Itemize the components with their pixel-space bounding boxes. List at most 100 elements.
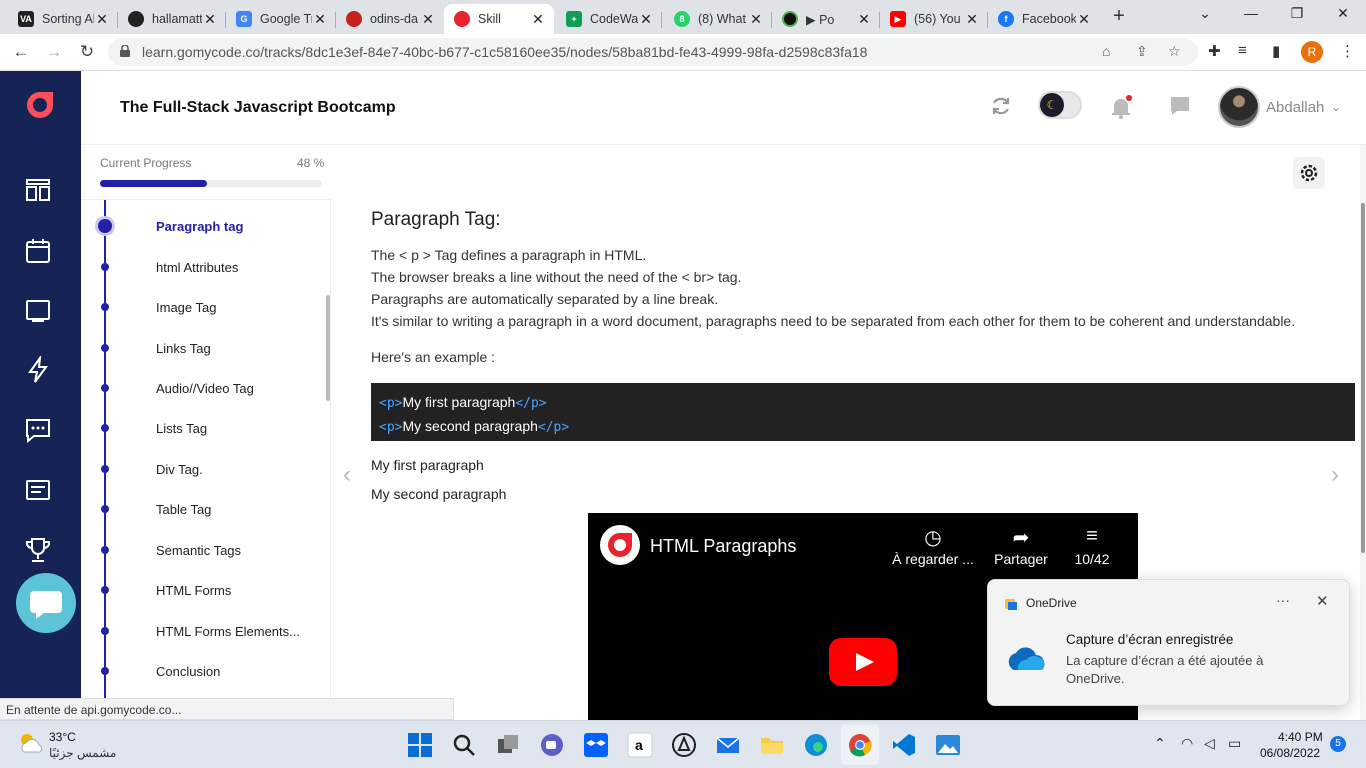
minimize-icon[interactable]: — [1236, 5, 1266, 21]
maximize-icon[interactable]: ❐ [1282, 5, 1312, 22]
partly-sunny-icon[interactable] [18, 732, 44, 754]
settings-button[interactable] [1293, 157, 1325, 189]
dark-mode-toggle[interactable]: ☾ [1038, 91, 1082, 119]
more-options-icon[interactable]: ··· [1276, 592, 1290, 608]
browser-tab[interactable]: f Facebook ✕ [988, 4, 1100, 34]
browser-tab[interactable]: + CodeWars ✕ [556, 4, 662, 34]
close-icon[interactable]: ✕ [748, 11, 764, 28]
back-icon[interactable]: ← [10, 41, 32, 63]
laptop-icon[interactable] [24, 297, 52, 325]
scrollbar-thumb[interactable] [1361, 203, 1365, 553]
chat-icon[interactable] [1169, 95, 1191, 117]
browser-tab[interactable]: G Google Tra ✕ [226, 4, 336, 34]
toc-item[interactable]: Lists Tag [81, 413, 321, 449]
new-tab-button[interactable]: + [1108, 6, 1130, 28]
toc-item[interactable]: Conclusion [81, 656, 321, 692]
playlist-button[interactable]: ≡ 10/42 [1064, 525, 1120, 567]
toc-item[interactable]: Table Tag [81, 494, 321, 530]
previous-lesson-arrow-icon[interactable]: ‹ [343, 461, 351, 489]
app-icon[interactable] [671, 732, 697, 758]
close-icon[interactable]: ✕ [530, 11, 546, 28]
file-explorer-icon[interactable] [759, 732, 785, 758]
search-icon[interactable] [451, 732, 477, 758]
lightning-icon[interactable] [24, 356, 52, 384]
close-window-icon[interactable]: ✕ [1328, 5, 1358, 22]
trophy-icon[interactable] [24, 536, 52, 564]
browser-tab-active[interactable]: Skill ✕ [444, 4, 554, 34]
browser-tab[interactable]: ▶ (56) You ✕ [880, 4, 988, 34]
share-button[interactable]: ➦ Partager [988, 525, 1054, 567]
video-title[interactable]: HTML Paragraphs [650, 536, 796, 557]
close-icon[interactable]: ✕ [1316, 592, 1329, 610]
close-icon[interactable]: ✕ [94, 11, 110, 28]
support-chat-button[interactable] [16, 573, 76, 633]
page-scrollbar[interactable] [1360, 145, 1366, 720]
notification-count-badge[interactable]: 5 [1330, 736, 1346, 752]
close-icon[interactable]: ✕ [420, 11, 436, 28]
close-icon[interactable]: ✕ [1076, 11, 1092, 28]
tab-search-icon[interactable]: ⌄ [1190, 5, 1220, 22]
weather-temperature[interactable]: 33°C [49, 730, 76, 744]
toc-item[interactable]: HTML Forms [81, 575, 321, 611]
browser-tab[interactable]: VA Sorting Alg ✕ [8, 4, 118, 34]
task-view-icon[interactable] [495, 732, 521, 758]
clock-date[interactable]: 06/08/2022 [1260, 746, 1320, 760]
messages-icon[interactable] [24, 416, 52, 444]
vscode-icon[interactable] [891, 732, 917, 758]
toc-item[interactable]: Paragraph tag [81, 211, 321, 247]
close-icon[interactable]: ✕ [964, 11, 980, 28]
share-icon[interactable]: ⇪ [1136, 43, 1148, 60]
browser-tab[interactable]: ▶ Po ✕ [772, 4, 880, 34]
chevron-up-icon[interactable]: ⌃ [1154, 735, 1166, 752]
user-avatar[interactable] [1218, 86, 1260, 128]
refresh-icon[interactable] [990, 95, 1012, 117]
onedrive-notification[interactable]: OneDrive ··· ✕ Capture d’écran enregistr… [987, 579, 1350, 706]
toc-item[interactable]: Image Tag [81, 292, 321, 328]
teams-chat-icon[interactable] [539, 732, 565, 758]
gomycode-logo-icon[interactable] [24, 89, 56, 121]
channel-logo[interactable] [600, 525, 640, 565]
close-icon[interactable]: ✕ [638, 11, 654, 28]
extensions-icon[interactable]: ✚ [1208, 42, 1221, 60]
weather-description[interactable]: مشمس جزئيًا [49, 746, 116, 760]
close-icon[interactable]: ✕ [312, 11, 328, 28]
forward-icon[interactable]: → [43, 41, 65, 63]
username[interactable]: Abdallah [1266, 99, 1324, 116]
toc-item[interactable]: Audio//Video Tag [81, 373, 321, 409]
toc-item[interactable]: Semantic Tags [81, 535, 321, 571]
document-icon[interactable] [24, 476, 52, 504]
photos-icon[interactable] [935, 732, 961, 758]
mail-icon[interactable] [715, 732, 741, 758]
edge-icon[interactable] [803, 732, 829, 758]
close-icon[interactable]: ✕ [856, 11, 872, 28]
volume-icon[interactable]: ◁ [1204, 735, 1215, 752]
browser-tab[interactable]: hallamatt/ ✕ [118, 4, 226, 34]
chrome-icon[interactable] [847, 732, 873, 758]
browser-tab[interactable]: 8 (8) What ✕ [664, 4, 772, 34]
chevron-down-icon[interactable]: ⌄ [1331, 100, 1341, 114]
side-panel-icon[interactable]: ▮ [1272, 42, 1280, 60]
clock-time[interactable]: 4:40 PM [1278, 730, 1323, 744]
toc-item[interactable]: html Attributes [81, 252, 321, 288]
notification-bell-icon[interactable] [1110, 95, 1132, 119]
battery-icon[interactable]: ▭ [1228, 735, 1241, 752]
reading-list-icon[interactable]: ≡ [1238, 42, 1247, 59]
wifi-icon[interactable]: ◠ [1181, 735, 1193, 752]
courses-icon[interactable] [24, 176, 52, 204]
url-omnibox[interactable]: learn.gomycode.co/tracks/8dc1e3ef-84e7-4… [108, 38, 1198, 66]
dropbox-icon[interactable] [583, 732, 609, 758]
browser-tab[interactable]: odins-da ✕ [336, 4, 444, 34]
toc-item[interactable]: Div Tag. [81, 454, 321, 490]
reload-icon[interactable]: ↻ [76, 41, 98, 63]
close-icon[interactable]: ✕ [202, 11, 218, 28]
bookmark-star-icon[interactable]: ☆ [1168, 43, 1181, 60]
toc-scrollbar[interactable] [326, 295, 330, 401]
calendar-icon[interactable] [24, 237, 52, 265]
next-lesson-arrow-icon[interactable]: › [1331, 461, 1339, 489]
translate-icon[interactable]: ⌂ [1102, 43, 1110, 59]
windows-start-icon[interactable] [407, 732, 433, 758]
toc-item[interactable]: HTML Forms Elements... [81, 616, 321, 652]
amazon-icon[interactable]: a [627, 732, 653, 758]
play-button[interactable] [829, 638, 897, 686]
menu-icon[interactable]: ⋮ [1340, 42, 1355, 60]
